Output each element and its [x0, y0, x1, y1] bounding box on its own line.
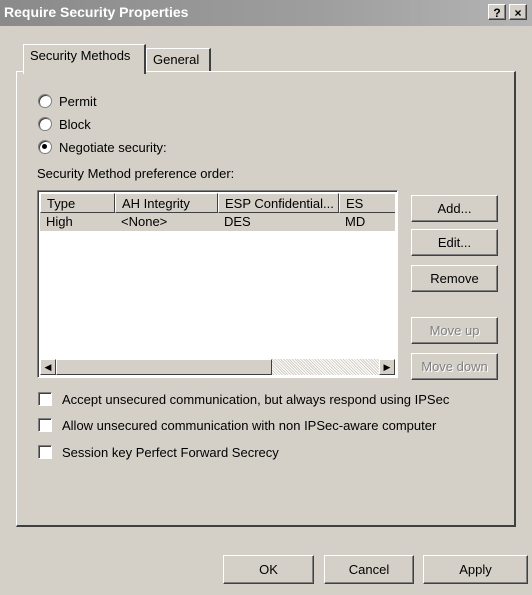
checkbox-accept-unsecured-box[interactable] [38, 392, 52, 406]
dialog-title: Require Security Properties [4, 4, 189, 20]
properties-dialog: Require Security Properties ? × Security… [0, 0, 532, 595]
radio-negotiate-circle[interactable] [38, 140, 52, 154]
title-bar[interactable]: Require Security Properties ? × [0, 0, 532, 26]
cancel-button[interactable]: Cancel [324, 555, 414, 584]
scrollbar-thumb[interactable] [56, 359, 272, 375]
cell-esp-integrity: MD [345, 214, 366, 229]
move-down-button[interactable]: Move down [411, 353, 498, 380]
list-caption: Security Method preference order: [37, 166, 235, 181]
checkbox-accept-unsecured-label: Accept unsecured communication, but alwa… [62, 391, 450, 407]
radio-negotiate-label: Negotiate security: [59, 139, 167, 155]
radio-permit[interactable]: Permit [38, 92, 97, 110]
radio-permit-label: Permit [59, 93, 97, 109]
checkbox-session-key-pfs-box[interactable] [38, 445, 52, 459]
list-header: Type AH Integrity ESP Confidential... ES [40, 193, 395, 213]
radio-block[interactable]: Block [38, 115, 91, 133]
table-row[interactable]: High <None> DES MD [40, 213, 395, 231]
checkbox-accept-unsecured[interactable]: Accept unsecured communication, but alwa… [38, 390, 449, 408]
checkbox-session-key-pfs-label: Session key Perfect Forward Secrecy [62, 444, 279, 460]
remove-button[interactable]: Remove [411, 265, 498, 292]
column-header-type[interactable]: Type [40, 193, 115, 213]
checkbox-allow-unsecured-label: Allow unsecured communication with non I… [62, 417, 437, 433]
checkbox-allow-unsecured-box[interactable] [38, 418, 52, 432]
add-button[interactable]: Add... [411, 195, 498, 222]
radio-permit-circle[interactable] [38, 94, 52, 108]
scroll-right-arrow-icon[interactable]: ▶ [379, 359, 395, 375]
close-button[interactable]: × [509, 4, 527, 20]
horizontal-scrollbar[interactable]: ◀ ▶ [40, 359, 395, 375]
apply-button[interactable]: Apply [423, 555, 528, 584]
cell-esp-confidentiality: DES [224, 214, 251, 229]
tab-security-methods[interactable]: Security Methods [23, 44, 146, 74]
checkbox-allow-unsecured[interactable]: Allow unsecured communication with non I… [38, 416, 436, 434]
column-header-ah-integrity[interactable]: AH Integrity [115, 193, 218, 213]
security-method-list[interactable]: Type AH Integrity ESP Confidential... ES… [37, 190, 398, 378]
column-header-esp-integrity[interactable]: ES [339, 193, 395, 213]
tab-general[interactable]: General [146, 48, 211, 72]
edit-button[interactable]: Edit... [411, 229, 498, 256]
help-button[interactable]: ? [488, 4, 506, 20]
cell-ah-integrity: <None> [121, 214, 168, 229]
move-up-button[interactable]: Move up [411, 317, 498, 344]
checkbox-session-key-pfs[interactable]: Session key Perfect Forward Secrecy [38, 443, 279, 461]
ok-button[interactable]: OK [223, 555, 314, 584]
column-header-esp-confidentiality[interactable]: ESP Confidential... [218, 193, 339, 213]
scroll-left-arrow-icon[interactable]: ◀ [40, 359, 56, 375]
radio-negotiate-security[interactable]: Negotiate security: [38, 138, 167, 156]
radio-block-circle[interactable] [38, 117, 52, 131]
cell-type: High [46, 214, 73, 229]
radio-block-label: Block [59, 116, 91, 132]
